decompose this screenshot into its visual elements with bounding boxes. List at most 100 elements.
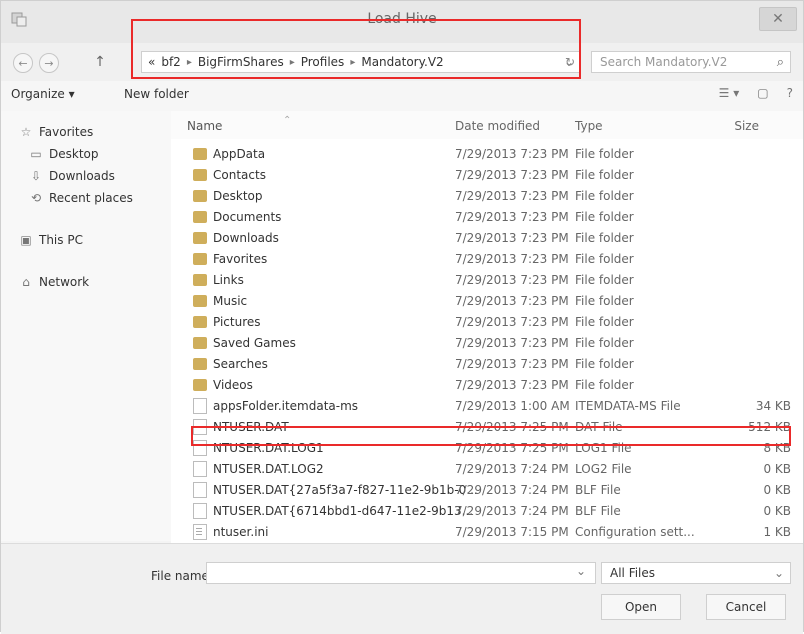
file-name-dropdown-icon[interactable]: ⌄ (576, 564, 586, 578)
file-row-links[interactable]: Links 7/29/2013 7:23 PM File folder (171, 269, 803, 291)
nav-this-pc[interactable]: ▣ This PC (19, 233, 83, 247)
file-name: appsFolder.itemdata-ms (213, 399, 359, 413)
folder-icon (193, 147, 207, 161)
file-size: 1 KB (763, 525, 791, 539)
view-tools: ☰ ▾ ▢ ? (719, 86, 793, 100)
file-date: 7/29/2013 7:25 PM (455, 420, 569, 434)
search-input[interactable]: Search Mandatory.V2 ⌕ (591, 51, 791, 73)
file-name: NTUSER.DAT.LOG1 (213, 441, 324, 455)
breadcrumb-mandatory-v2[interactable]: Mandatory.V2 (361, 55, 443, 69)
refresh-button[interactable]: ↻ (561, 53, 579, 71)
file-row-saved-games[interactable]: Saved Games 7/29/2013 7:23 PM File folde… (171, 332, 803, 354)
organize-button[interactable]: Organize ▾ (11, 87, 75, 101)
file-name: NTUSER.DAT{27a5f3a7-f827-11e2-9b1b-0... (213, 483, 478, 497)
file-date: 7/29/2013 7:23 PM (455, 189, 569, 203)
nav-favorites-label: Favorites (39, 125, 94, 139)
file-row-appdata[interactable]: AppData 7/29/2013 7:23 PM File folder (171, 143, 803, 165)
preview-pane-icon[interactable]: ▢ (757, 86, 768, 100)
folder-icon (193, 294, 207, 308)
column-header-type[interactable]: Type (575, 119, 603, 133)
file-name-label: File name: (151, 569, 213, 583)
file-date: 7/29/2013 7:24 PM (455, 462, 569, 476)
nav-desktop-label: Desktop (49, 147, 99, 161)
file-date: 7/29/2013 1:00 AM (455, 399, 570, 413)
file-icon (193, 461, 207, 477)
file-name: ntuser.ini (213, 525, 269, 539)
forward-button[interactable]: → (39, 53, 59, 73)
file-name: Videos (213, 378, 253, 392)
address-bar[interactable]: « bf2 ▸ BigFirmShares ▸ Profiles ▸ Manda… (141, 51, 581, 73)
file-date: 7/29/2013 7:23 PM (455, 168, 569, 182)
file-row-ntuser-blf-1[interactable]: NTUSER.DAT{27a5f3a7-f827-11e2-9b1b-0... … (171, 479, 803, 501)
breadcrumb-bf2[interactable]: bf2 (161, 55, 180, 69)
file-type: LOG1 File (575, 441, 632, 455)
file-name: Desktop (213, 189, 263, 203)
new-folder-button[interactable]: New folder (124, 87, 189, 101)
file-date: 7/29/2013 7:23 PM (455, 357, 569, 371)
network-icon: ⌂ (22, 275, 30, 289)
file-icon (193, 398, 207, 414)
column-header-size[interactable]: Size (691, 119, 759, 133)
breadcrumb-profiles[interactable]: Profiles (301, 55, 345, 69)
file-name: Downloads (213, 231, 279, 245)
file-date: 7/29/2013 7:25 PM (455, 441, 569, 455)
search-placeholder: Search Mandatory.V2 (600, 55, 728, 69)
file-size: 0 KB (763, 483, 791, 497)
file-type: DAT File (575, 420, 623, 434)
open-button[interactable]: Open (601, 594, 681, 620)
file-row-ntuser-ini[interactable]: ntuser.ini 7/29/2013 7:15 PM Configurati… (171, 521, 803, 543)
file-date: 7/29/2013 7:23 PM (455, 294, 569, 308)
view-options-icon[interactable]: ☰ ▾ (719, 86, 740, 100)
file-list-header: ⌃ Name Date modified Type Size (171, 111, 803, 140)
back-button[interactable]: ← (13, 53, 33, 73)
file-date: 7/29/2013 7:23 PM (455, 315, 569, 329)
file-row-ntuser-log1[interactable]: NTUSER.DAT.LOG1 7/29/2013 7:25 PM LOG1 F… (171, 437, 803, 459)
file-row-contacts[interactable]: Contacts 7/29/2013 7:23 PM File folder (171, 164, 803, 186)
file-row-music[interactable]: Music 7/29/2013 7:23 PM File folder (171, 290, 803, 312)
cancel-button[interactable]: Cancel (706, 594, 786, 620)
file-row-desktop[interactable]: Desktop 7/29/2013 7:23 PM File folder (171, 185, 803, 207)
breadcrumb-overflow[interactable]: « (148, 55, 155, 69)
file-row-favorites[interactable]: Favorites 7/29/2013 7:23 PM File folder (171, 248, 803, 270)
recent-places-icon: ⟲ (30, 191, 42, 205)
file-row-documents[interactable]: Documents 7/29/2013 7:23 PM File folder (171, 206, 803, 228)
help-icon[interactable]: ? (787, 86, 793, 100)
folder-icon (193, 357, 207, 371)
folder-icon (193, 315, 207, 329)
close-button[interactable]: ✕ (759, 7, 797, 31)
file-date: 7/29/2013 7:24 PM (455, 504, 569, 518)
address-row: ← → ↑ « bf2 ▸ BigFirmShares ▸ Profiles ▸… (1, 43, 803, 82)
file-type: File folder (575, 231, 634, 245)
up-button[interactable]: ↑ (91, 53, 109, 71)
file-row-videos[interactable]: Videos 7/29/2013 7:23 PM File folder (171, 374, 803, 396)
file-icon (193, 419, 207, 435)
close-icon: ✕ (772, 11, 784, 27)
nav-downloads-label: Downloads (49, 169, 115, 183)
file-name: Documents (213, 210, 282, 224)
nav-recent-places[interactable]: ⟲ Recent places (29, 191, 133, 205)
file-row-ntuser-blf-2[interactable]: NTUSER.DAT{6714bbd1-d647-11e2-9b13... 7/… (171, 500, 803, 522)
file-type: BLF File (575, 483, 621, 497)
file-type: File folder (575, 168, 634, 182)
search-icon: ⌕ (776, 55, 784, 70)
nav-recent-places-label: Recent places (49, 191, 133, 205)
file-row-ntuser-log2[interactable]: NTUSER.DAT.LOG2 7/29/2013 7:24 PM LOG2 F… (171, 458, 803, 480)
file-date: 7/29/2013 7:23 PM (455, 336, 569, 350)
nav-favorites[interactable]: ☆ Favorites (19, 125, 94, 139)
file-row-pictures[interactable]: Pictures 7/29/2013 7:23 PM File folder (171, 311, 803, 333)
breadcrumb-bigfirmshares[interactable]: BigFirmShares (198, 55, 284, 69)
file-row-downloads[interactable]: Downloads 7/29/2013 7:23 PM File folder (171, 227, 803, 249)
file-type-select[interactable]: All Files ⌄ (601, 562, 791, 584)
back-arrow-icon: ← (18, 56, 28, 70)
nav-downloads[interactable]: ⇩ Downloads (29, 169, 115, 183)
forward-arrow-icon: → (44, 56, 54, 70)
file-name-input[interactable] (206, 562, 596, 584)
nav-network[interactable]: ⌂ Network (19, 275, 89, 289)
nav-desktop[interactable]: ▭ Desktop (29, 147, 99, 161)
breadcrumb-separator-icon: ▸ (350, 56, 356, 68)
file-row-ntuser-dat[interactable]: NTUSER.DAT 7/29/2013 7:25 PM DAT File 51… (171, 416, 803, 438)
file-row-searches[interactable]: Searches 7/29/2013 7:23 PM File folder (171, 353, 803, 375)
column-header-date[interactable]: Date modified (455, 119, 540, 133)
file-row-appsfolder[interactable]: appsFolder.itemdata-ms 7/29/2013 1:00 AM… (171, 395, 803, 417)
column-header-name[interactable]: Name (187, 119, 222, 133)
